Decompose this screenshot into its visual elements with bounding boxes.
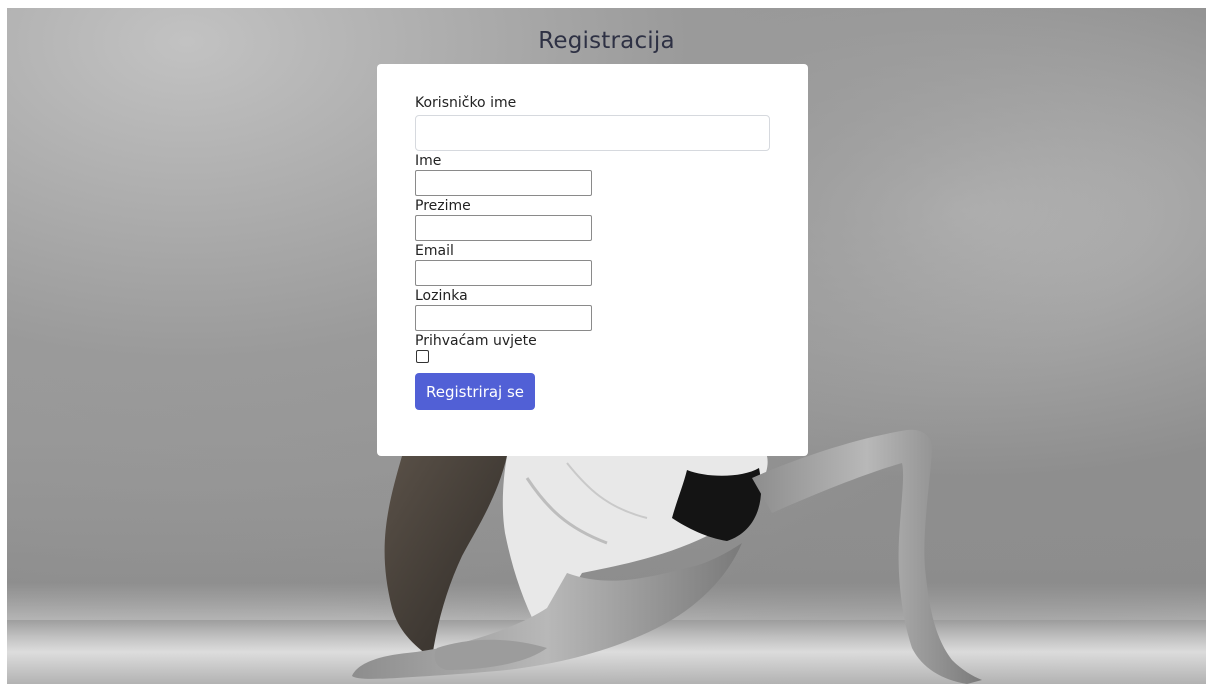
email-input[interactable] [415,260,592,286]
register-button[interactable]: Registriraj se [415,373,536,410]
terms-label: Prihvaćam uvjete [415,333,537,349]
username-label: Korisničko ime [415,95,517,111]
terms-checkbox[interactable] [416,350,429,363]
registration-form: Korisničko ime Ime Prezime Email Lozinka… [377,64,808,456]
password-input[interactable] [415,305,592,331]
first-name-label: Ime [415,153,442,169]
last-name-label: Prezime [415,198,471,214]
username-input[interactable] [415,115,770,151]
password-label: Lozinka [415,288,468,304]
last-name-input[interactable] [415,215,592,241]
page-title: Registracija [538,28,675,54]
background-photo: Registracija Korisničko ime Ime Prezime … [7,8,1206,684]
first-name-input[interactable] [415,170,592,196]
email-label: Email [415,243,454,259]
